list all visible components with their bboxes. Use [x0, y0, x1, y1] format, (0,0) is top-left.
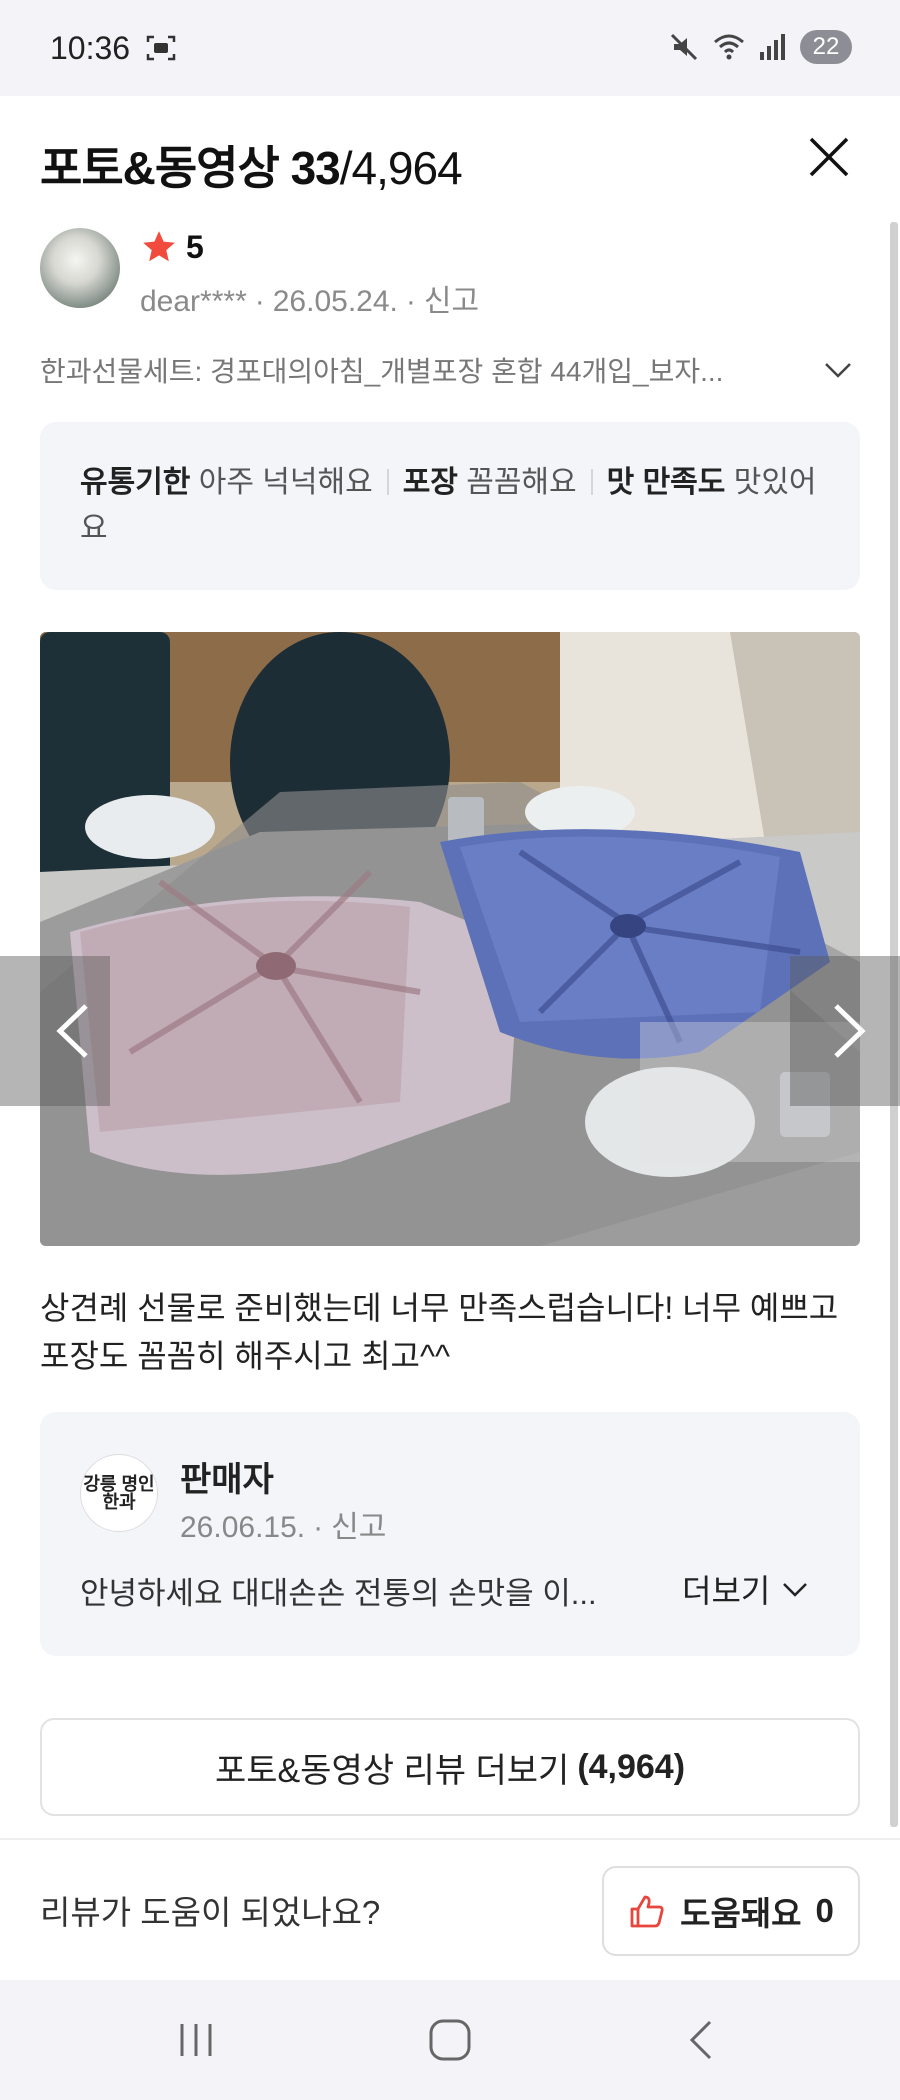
mute-icon	[670, 33, 698, 61]
helpful-button[interactable]: 도움돼요 0	[602, 1866, 860, 1956]
back-icon[interactable]	[672, 2010, 732, 2070]
seller-logo: 강릉 명인 한과	[80, 1454, 158, 1532]
chevron-left-icon	[56, 1004, 88, 1058]
seller-reply-text: 안녕하세요 대대손손 전통의 손맛을 이...	[80, 1576, 597, 1611]
attr-name: 유통기한	[80, 466, 191, 499]
seller-reply-date: 26.06.15.	[180, 1511, 306, 1544]
attr-name: 포장	[402, 466, 458, 499]
review-attributes: 유통기한 아주 넉넉해요 포장 꼼꼼해요 맛 만족도 맛있어요	[40, 422, 860, 590]
seller-reply-box: 강릉 명인 한과 판매자 26.06.15. · 신고 안녕하세요 대대손손 전통의…	[40, 1412, 860, 1656]
chevron-down-icon[interactable]	[820, 352, 856, 388]
total-review-count: /4,964	[339, 142, 463, 194]
report-link[interactable]: 신고	[424, 285, 479, 318]
purchased-option: 한과선물세트: 경포대의아침_개별포장 혼합 44개입_보자...	[40, 356, 724, 387]
chevron-down-icon	[783, 1583, 808, 1597]
rating-value: 5	[186, 228, 204, 265]
review-meta: dear**** · 26.05.24. · 신고	[140, 285, 480, 318]
more-reviews-label: 포토&동영상 리뷰 더보기	[214, 1751, 570, 1790]
more-reviews-count: (4,964)	[577, 1747, 686, 1786]
prev-photo-button[interactable]	[0, 956, 110, 1106]
more-photo-reviews-button[interactable]: 포토&동영상 리뷰 더보기 (4,964)	[40, 1718, 860, 1816]
page-title: 포토&동영상 33/4,964	[40, 132, 463, 198]
seller-name: 판매자	[180, 1461, 274, 1499]
star-rating: 5	[140, 228, 204, 266]
expand-reply-label: 더보기	[682, 1573, 771, 1609]
wifi-icon	[714, 34, 744, 60]
next-photo-button[interactable]	[790, 956, 900, 1106]
avatar	[40, 228, 120, 308]
reviewer-info: 5 dear**** · 26.05.24. · 신고	[40, 228, 860, 318]
battery-indicator: 22	[800, 30, 852, 64]
helpful-question: 리뷰가 도움이 되었나요?	[40, 1894, 381, 1931]
chevron-right-icon	[834, 1004, 866, 1058]
review-photo[interactable]	[40, 632, 860, 1246]
report-link[interactable]: 신고	[331, 1511, 386, 1544]
close-icon[interactable]	[804, 132, 854, 182]
attr-name: 맛 만족도	[606, 466, 726, 499]
star-icon	[143, 231, 175, 262]
attr-value: 꼼꼼해요	[466, 466, 577, 499]
thumbs-up-icon	[630, 1895, 664, 1928]
recent-apps-icon[interactable]	[166, 2010, 226, 2070]
attr-value: 아주 넉넉해요	[198, 466, 373, 499]
review-photo-image	[40, 632, 860, 1246]
review-date: 26.05.24.	[272, 285, 398, 318]
helpful-count: 0	[815, 1892, 834, 1929]
status-time: 10:36	[50, 30, 131, 66]
review-text: 상견례 선물로 준비했는데 너무 만족스럽습니다! 너무 예쁘고 포장도 꼼꼼히…	[40, 1290, 839, 1374]
helpful-label: 도움돼요	[680, 1895, 802, 1932]
screen-record-icon	[146, 35, 176, 61]
reviewer-name: dear****	[140, 285, 247, 318]
signal-icon	[760, 34, 785, 60]
system-nav-bar	[0, 1980, 900, 2100]
photo-review-count: 포토&동영상 33	[40, 142, 341, 194]
review-viewer-header: 포토&동영상 33/4,964	[0, 96, 900, 226]
divider	[0, 1838, 900, 1840]
expand-reply-button[interactable]: 더보기	[682, 1566, 810, 1612]
seller-meta: 26.06.15. · 신고	[180, 1511, 387, 1544]
home-icon[interactable]	[420, 2010, 480, 2070]
status-bar: 10:36 22	[0, 0, 900, 96]
